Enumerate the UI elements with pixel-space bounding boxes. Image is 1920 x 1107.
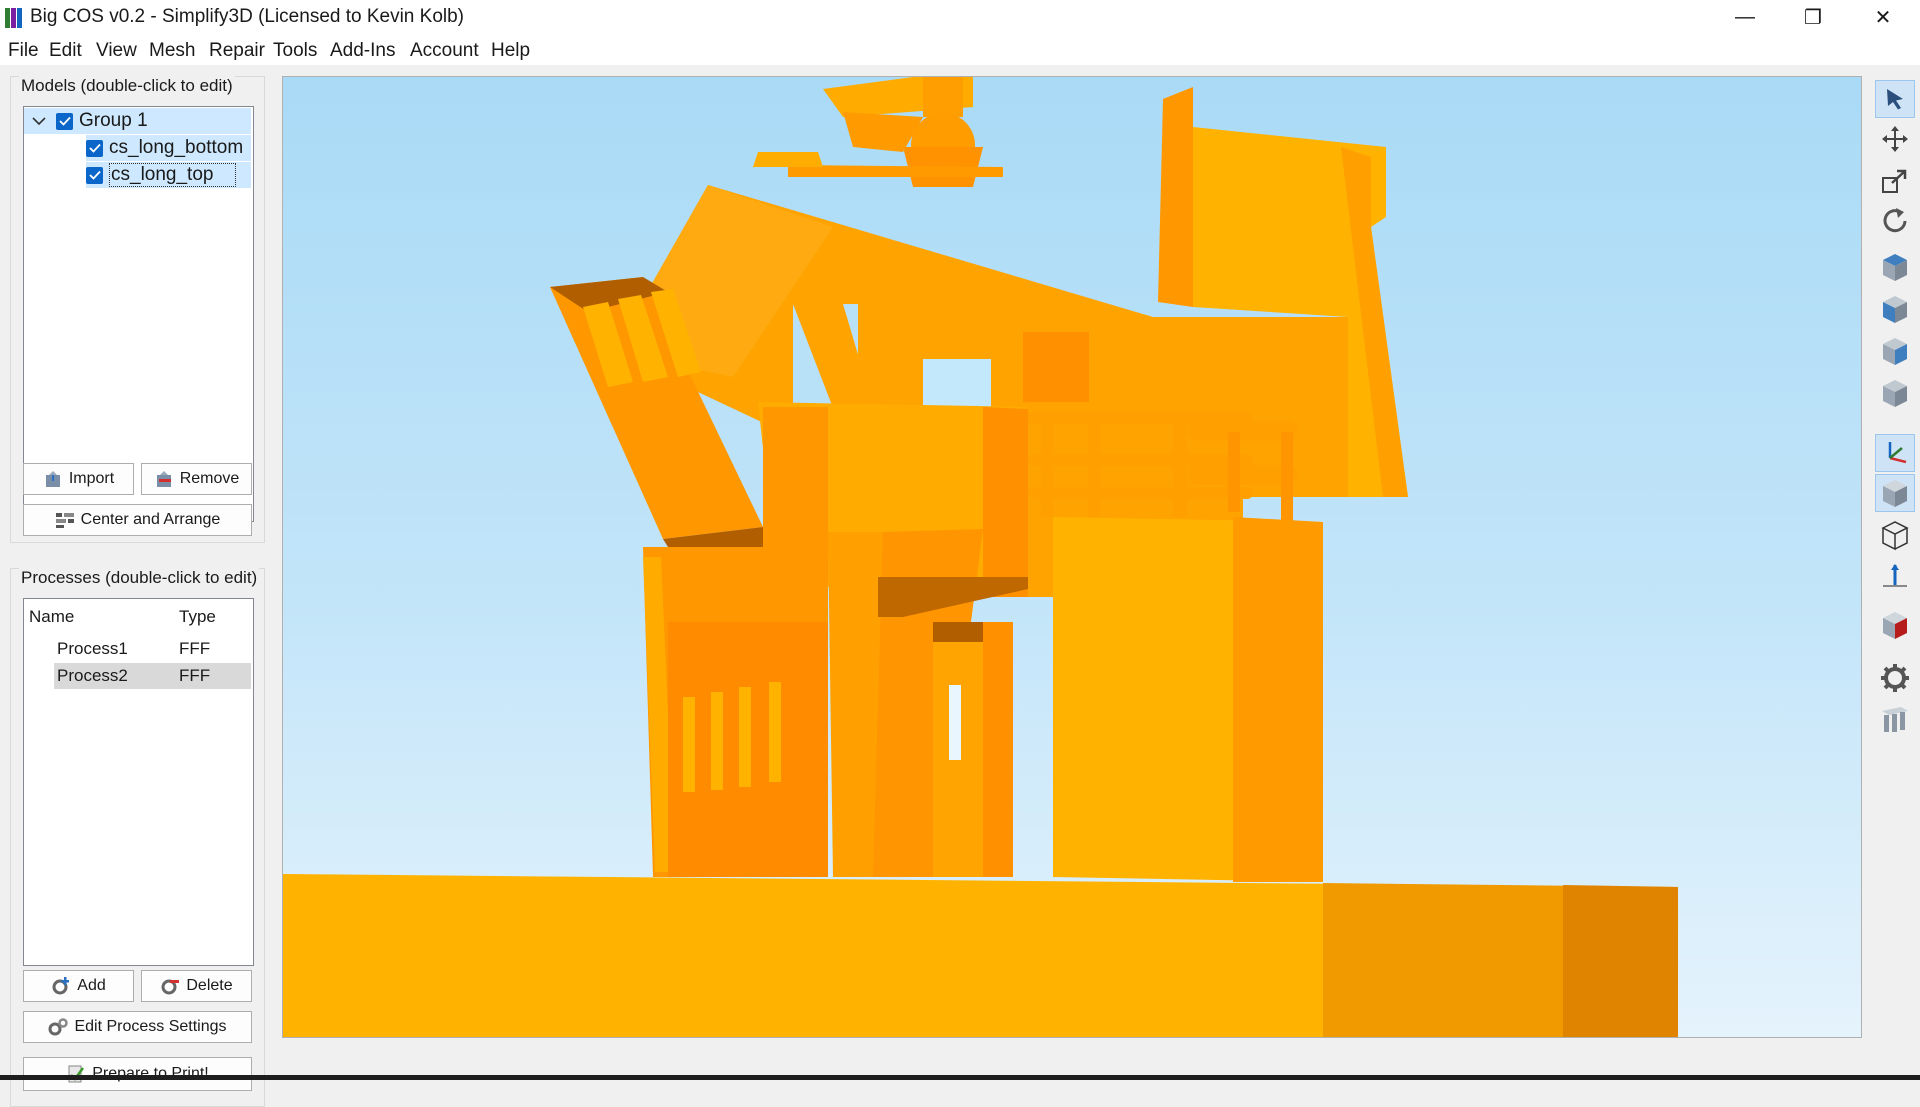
solid-view-button[interactable] <box>1875 474 1915 512</box>
column-header-type[interactable]: Type <box>179 607 216 627</box>
axes-toggle-button[interactable] <box>1875 434 1915 472</box>
view-right-icon <box>1883 380 1907 407</box>
build-axis-button[interactable] <box>1875 558 1915 596</box>
app-logo-icon <box>5 8 22 28</box>
left-panel: Models (double-click to edit) Group 1 cs… <box>0 65 275 1107</box>
settings-button[interactable] <box>1875 659 1915 697</box>
view-left-icon <box>1883 338 1907 365</box>
process-name: Process1 <box>57 639 128 658</box>
view-left-button[interactable] <box>1875 332 1915 370</box>
view-top-icon <box>1883 254 1907 281</box>
menu-tools[interactable]: Tools <box>273 40 317 62</box>
process-type: FFF <box>179 666 211 685</box>
minimize-button[interactable]: — <box>1710 0 1780 35</box>
rotate-tool-icon <box>1883 208 1907 233</box>
wireframe-view-icon <box>1881 521 1909 551</box>
view-right-button[interactable] <box>1875 374 1915 412</box>
close-button[interactable]: ✕ <box>1848 0 1918 35</box>
axes-toggle-icon <box>1888 442 1907 464</box>
solid-view-icon <box>1883 480 1907 507</box>
delete-process-button[interactable]: Delete <box>141 970 252 1002</box>
models-tree[interactable]: Group 1 cs_long_bottom cs_long_top <box>23 106 254 522</box>
menu-account[interactable]: Account <box>410 40 479 62</box>
model-name: cs_long_bottom <box>109 137 244 158</box>
menu-bar: File Edit View Mesh Repair Tools Add-Ins… <box>0 35 1920 65</box>
view-top-button[interactable] <box>1875 248 1915 286</box>
center-arrange-button[interactable]: Center and Arrange <box>23 504 252 536</box>
view-toolbar <box>1872 76 1920 1056</box>
title-bar: Big COS v0.2 - Simplify3D (Licensed to K… <box>0 0 1920 35</box>
build-axis-icon <box>1883 564 1907 587</box>
menu-edit[interactable]: Edit <box>49 40 82 62</box>
menu-add-ins[interactable]: Add-Ins <box>330 40 395 62</box>
delete-gear-icon <box>161 979 180 995</box>
menu-view[interactable]: View <box>96 40 137 62</box>
settings-gear-icon <box>1881 664 1909 692</box>
model-render <box>283 77 1678 1037</box>
tree-model-row[interactable]: cs_long_bottom <box>86 135 251 161</box>
cross-section-icon <box>1883 612 1907 639</box>
tree-group-row[interactable]: Group 1 <box>24 108 251 134</box>
group-checkbox[interactable] <box>56 112 73 130</box>
remove-button[interactable]: Remove <box>141 463 252 495</box>
prepare-to-print-button[interactable]: Prepare to Print! <box>23 1057 252 1091</box>
3d-viewport[interactable] <box>282 76 1862 1038</box>
import-button[interactable]: Import <box>23 463 134 495</box>
print-bed-icon <box>1882 707 1908 732</box>
chevron-down-icon[interactable] <box>32 116 46 126</box>
edit-process-settings-button[interactable]: Edit Process Settings <box>23 1011 252 1043</box>
scale-tool-icon <box>1882 169 1907 193</box>
prepare-print-icon <box>68 1065 85 1083</box>
column-header-name[interactable]: Name <box>29 607 74 627</box>
process-name: Process2 <box>57 666 128 685</box>
process-row[interactable]: Process1 FFF <box>54 636 251 662</box>
model-checkbox[interactable] <box>86 139 103 157</box>
scale-tool-button[interactable] <box>1875 162 1915 200</box>
bottom-border <box>0 1075 1920 1080</box>
view-front-button[interactable] <box>1875 290 1915 328</box>
models-label: Models (double-click to edit) <box>19 76 235 96</box>
group-name: Group 1 <box>79 110 148 131</box>
process-row-selected[interactable]: Process2 FFF <box>54 663 251 689</box>
processes-list[interactable]: Name Type Process1 FFF Process2 FFF <box>23 598 254 966</box>
import-icon <box>45 471 60 487</box>
model-name: cs_long_top <box>109 163 237 187</box>
process-type: FFF <box>179 639 211 658</box>
select-tool-icon <box>1887 89 1903 110</box>
menu-mesh[interactable]: Mesh <box>149 40 195 62</box>
restore-button[interactable]: ❐ <box>1778 0 1848 35</box>
move-tool-icon <box>1882 126 1908 152</box>
select-tool-button[interactable] <box>1875 80 1915 118</box>
cross-section-button[interactable] <box>1875 606 1915 644</box>
menu-repair[interactable]: Repair <box>209 40 265 62</box>
model-checkbox[interactable] <box>86 166 103 184</box>
move-tool-button[interactable] <box>1875 120 1915 158</box>
add-gear-icon <box>52 977 70 995</box>
remove-icon <box>156 471 171 487</box>
processes-label: Processes (double-click to edit) <box>19 568 260 588</box>
window-title: Big COS v0.2 - Simplify3D (Licensed to K… <box>30 6 465 27</box>
add-process-button[interactable]: Add <box>23 970 134 1002</box>
menu-help[interactable]: Help <box>491 40 530 62</box>
arrange-icon <box>55 513 74 528</box>
gears-icon <box>48 1018 69 1036</box>
menu-file[interactable]: File <box>8 40 39 62</box>
wireframe-view-button[interactable] <box>1875 516 1915 554</box>
tree-model-row-selected[interactable]: cs_long_top <box>86 162 251 188</box>
rotate-tool-button[interactable] <box>1875 202 1915 240</box>
print-bed-button[interactable] <box>1875 700 1915 738</box>
view-front-icon <box>1883 296 1907 323</box>
